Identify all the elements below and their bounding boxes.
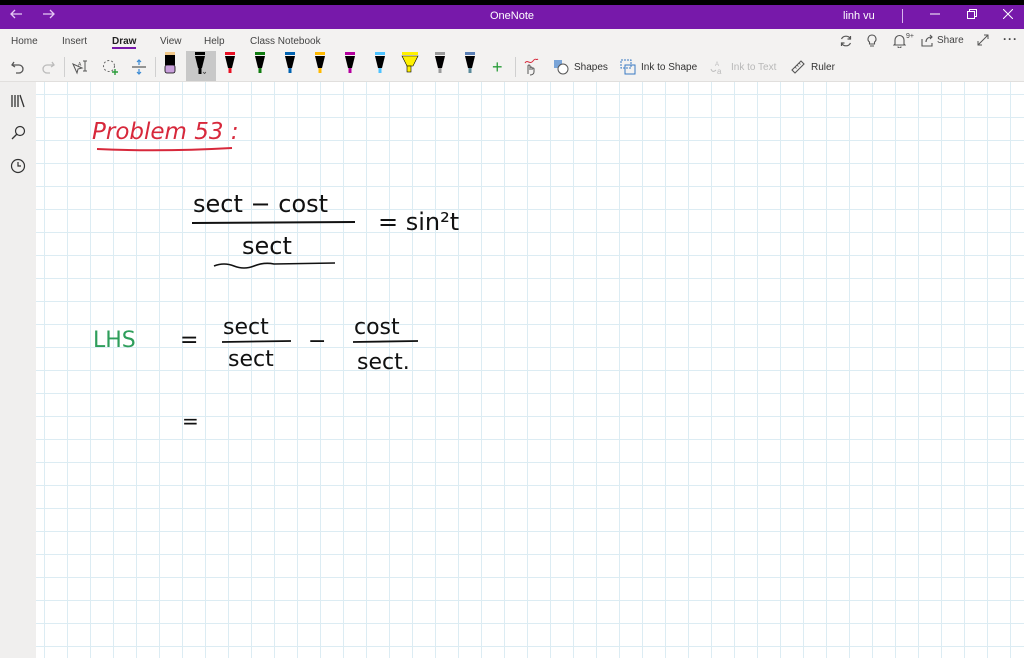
minimize-icon — [930, 13, 940, 15]
yellow-highlighter-icon[interactable] — [401, 51, 419, 77]
toolbar-divider — [64, 57, 65, 77]
tab-view[interactable]: View — [160, 36, 182, 47]
close-button[interactable] — [998, 8, 1018, 22]
add-pen-button[interactable]: + — [492, 57, 503, 77]
expand-icon — [977, 34, 989, 46]
red-pen-icon[interactable] — [224, 51, 236, 77]
restore-button[interactable] — [962, 8, 982, 22]
shapes-label: Shapes — [574, 61, 608, 73]
lasso-icon — [103, 60, 118, 75]
insert-space-icon — [132, 59, 146, 75]
ruler-button[interactable]: Ruler — [790, 57, 835, 77]
user-name[interactable]: linh vu — [843, 10, 875, 22]
active-tab-indicator — [112, 47, 136, 49]
notebooks-icon[interactable] — [9, 92, 27, 110]
cyan-pen-icon[interactable] — [374, 51, 386, 77]
notifications-button[interactable]: 9+ — [893, 32, 917, 48]
plus-icon: + — [492, 56, 503, 77]
black-pen-icon[interactable] — [194, 51, 206, 77]
restore-icon — [967, 9, 977, 19]
ruler-label: Ruler — [811, 61, 835, 73]
green-pen-icon[interactable] — [254, 51, 266, 77]
titlebar-divider — [902, 9, 903, 23]
tab-draw[interactable]: Draw — [112, 36, 136, 47]
touch-drawing-button[interactable] — [522, 57, 540, 77]
shapes-button[interactable]: Shapes — [553, 57, 608, 77]
undo-button[interactable] — [10, 57, 26, 77]
ink-to-text-label: Ink to Text — [731, 61, 777, 73]
bell-icon — [893, 34, 906, 48]
tab-home[interactable]: Home — [11, 36, 38, 47]
search-icon[interactable] — [9, 124, 27, 142]
redo-icon — [42, 61, 55, 74]
more-options-button[interactable]: ··· — [1003, 32, 1018, 46]
sync-button[interactable] — [839, 34, 853, 48]
tell-me-button[interactable] — [866, 34, 878, 48]
ink-to-text-icon: Aa — [710, 62, 722, 75]
ink-to-shape-icon — [620, 59, 636, 75]
blue-pen-icon[interactable] — [284, 51, 296, 77]
navigation-sidebar — [0, 82, 36, 658]
minimize-button[interactable] — [925, 8, 945, 22]
navy-pen-icon[interactable] — [464, 51, 476, 77]
share-button[interactable]: Share — [921, 34, 964, 47]
recent-icon[interactable] — [9, 157, 27, 175]
touch-draw-icon — [524, 58, 539, 76]
ellipsis-icon: ··· — [1003, 32, 1018, 46]
close-icon — [1002, 8, 1014, 20]
share-icon — [921, 34, 933, 47]
ink-to-text-button[interactable]: Aa Ink to Text — [710, 57, 776, 77]
lasso-button[interactable] — [102, 57, 120, 77]
undo-icon — [11, 61, 24, 74]
ribbon: Home Insert Draw View Help Class Noteboo… — [0, 29, 1024, 82]
tab-class-notebook[interactable]: Class Notebook — [250, 36, 321, 47]
note-canvas[interactable] — [36, 82, 1024, 658]
lasso-select-icon: A — [72, 60, 87, 75]
expand-button[interactable] — [977, 34, 989, 46]
notifications-badge: 9+ — [906, 32, 914, 40]
toolbar-divider — [515, 57, 516, 77]
tab-insert[interactable]: Insert — [62, 36, 87, 47]
yellow-orange-pen-icon[interactable] — [314, 51, 326, 77]
sync-icon — [840, 35, 852, 47]
toolbar-divider — [155, 57, 156, 77]
insert-space-button[interactable] — [131, 57, 147, 77]
tab-help[interactable]: Help — [204, 36, 225, 47]
share-label: Share — [937, 35, 964, 46]
redo-button[interactable] — [40, 57, 56, 77]
title-bar: OneNote linh vu — [0, 5, 1024, 29]
lightbulb-icon — [867, 34, 877, 47]
lavender-pencil-icon[interactable] — [164, 51, 176, 77]
ruler-icon — [791, 60, 805, 74]
svg-text:a: a — [717, 67, 722, 75]
galaxy-pen-icon[interactable] — [434, 51, 446, 77]
ink-to-shape-button[interactable]: Ink to Shape — [620, 57, 697, 77]
ink-to-shape-label: Ink to Shape — [641, 61, 698, 73]
lasso-select-button[interactable]: A — [71, 57, 89, 77]
svg-text:A: A — [78, 62, 82, 68]
shapes-icon — [554, 60, 569, 75]
magenta-pen-icon[interactable] — [344, 51, 356, 77]
